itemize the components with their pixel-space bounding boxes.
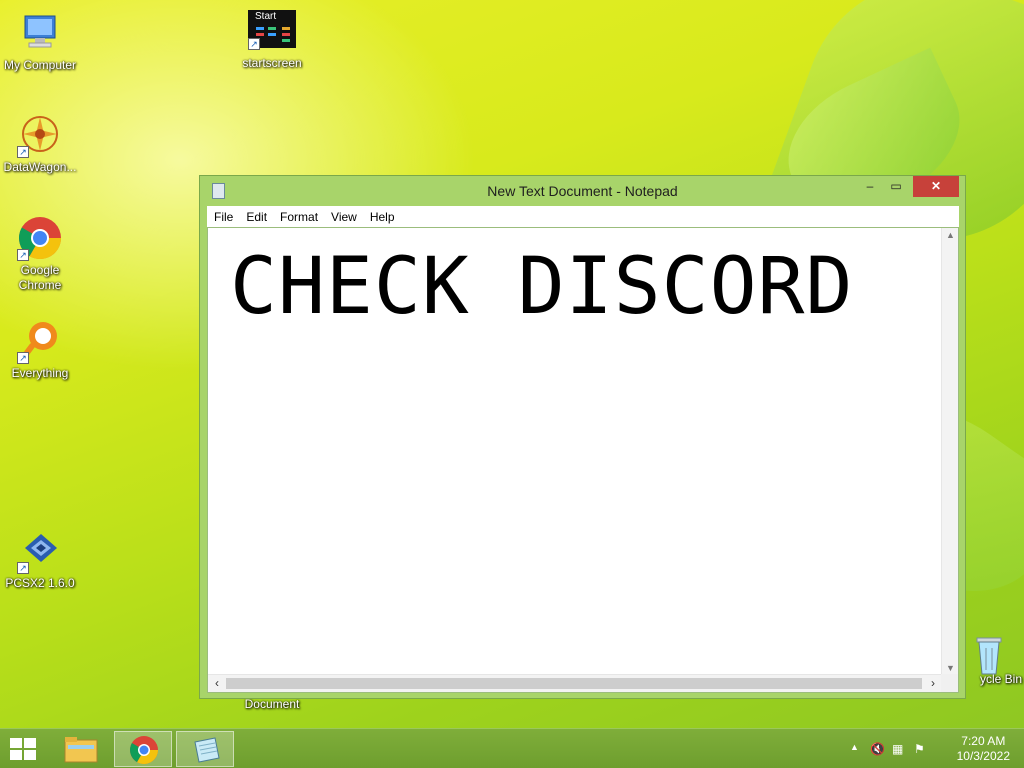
chrome-icon: ↗ (17, 215, 63, 261)
pcsx2-icon: ↗ (17, 528, 63, 574)
desktop-icon-startscreen[interactable]: Start ↗ startscreen (232, 10, 312, 71)
start-button[interactable] (8, 736, 38, 762)
shortcut-arrow-icon: ↗ (17, 352, 29, 364)
menu-file[interactable]: File (207, 210, 239, 224)
desktop-icon-my-computer[interactable]: My Computer (0, 10, 80, 73)
maximize-button[interactable]: ▭ (883, 176, 909, 197)
scroll-up-icon[interactable]: ▲ (942, 230, 959, 240)
menu-bar: File Edit Format View Help (207, 206, 959, 227)
volume-muted-icon[interactable]: 🔇 (870, 742, 885, 756)
desktop-icon-label: My Computer (3, 58, 77, 72)
shortcut-arrow-icon: ↗ (248, 38, 260, 50)
desktop-icon-datawagon[interactable]: ↗ DataWagon... (0, 112, 80, 175)
taskbar-chrome[interactable] (114, 731, 172, 767)
desktop-icon-label: Document (244, 697, 300, 711)
folder-icon (64, 737, 98, 763)
scroll-down-icon[interactable]: ▼ (942, 663, 959, 673)
window-title: New Text Document - Notepad (487, 183, 678, 199)
taskbar: ▲ 🔇 ▦ ⚑ 7:20 AM 10/3/2022 (0, 728, 1024, 768)
action-center-flag-icon[interactable]: ⚑ (914, 742, 925, 756)
recycle-bin-icon (974, 630, 1004, 676)
scrollbar-corner (941, 674, 958, 692)
taskbar-notepad[interactable] (176, 731, 234, 767)
desktop-icon-label: DataWagon... (3, 160, 77, 174)
shortcut-arrow-icon: ↗ (17, 146, 29, 158)
clock-time: 7:20 AM (961, 734, 1006, 748)
title-bar[interactable]: New Text Document - Notepad – ▭ ✕ (200, 176, 965, 206)
horizontal-scroll-thumb[interactable] (226, 678, 922, 689)
show-hidden-icons-icon[interactable]: ▲ (850, 742, 859, 752)
scroll-left-icon[interactable]: ‹ (209, 676, 225, 690)
scroll-right-icon[interactable]: › (925, 676, 941, 690)
vertical-scrollbar[interactable]: ▲ ▼ (941, 228, 958, 675)
desktop-icon-google-chrome[interactable]: ↗ Google Chrome (0, 215, 80, 293)
computer-icon (17, 10, 63, 56)
close-button[interactable]: ✕ (913, 176, 959, 197)
menu-view[interactable]: View (324, 210, 363, 224)
desktop-icon-pcsx2[interactable]: ↗ PCSX2 1.6.0 (0, 528, 80, 591)
text-editor[interactable]: CHECK DISCORD ▲ ▼ ‹ › (207, 227, 959, 693)
clock-date: 10/3/2022 (956, 749, 1010, 763)
everything-search-icon: ↗ (17, 318, 63, 364)
windows-logo-icon (10, 738, 36, 760)
desktop-icon-label: startscreen (242, 56, 302, 70)
notepad-icon (194, 737, 220, 763)
desktop-icon-document[interactable]: Document (232, 697, 312, 712)
shortcut-arrow-icon: ↗ (17, 249, 29, 261)
taskbar-file-explorer[interactable] (52, 731, 110, 767)
menu-edit[interactable]: Edit (239, 210, 273, 224)
desktop-icon-everything[interactable]: ↗ Everything (0, 318, 80, 381)
desktop-icon-label: Google Chrome (18, 263, 62, 292)
network-icon[interactable]: ▦ (892, 742, 903, 756)
system-tray: ▲ 🔇 ▦ ⚑ 7:20 AM 10/3/2022 (844, 729, 1024, 768)
desktop-icon-label: Everything (11, 366, 69, 380)
document-text[interactable]: CHECK DISCORD (230, 242, 853, 332)
datawagon-icon: ↗ (17, 112, 63, 158)
menu-help[interactable]: Help (363, 210, 401, 224)
clock[interactable]: 7:20 AM 10/3/2022 (957, 734, 1010, 764)
shortcut-arrow-icon: ↗ (17, 562, 29, 574)
horizontal-scrollbar[interactable]: ‹ › (208, 674, 942, 692)
chrome-icon (130, 736, 158, 764)
start-screen-icon: Start ↗ (248, 10, 296, 50)
desktop-icon-label: PCSX2 1.6.0 (5, 576, 75, 590)
minimize-button[interactable]: – (857, 176, 883, 197)
notepad-window[interactable]: New Text Document - Notepad – ▭ ✕ File E… (199, 175, 966, 699)
menu-format[interactable]: Format (273, 210, 324, 224)
